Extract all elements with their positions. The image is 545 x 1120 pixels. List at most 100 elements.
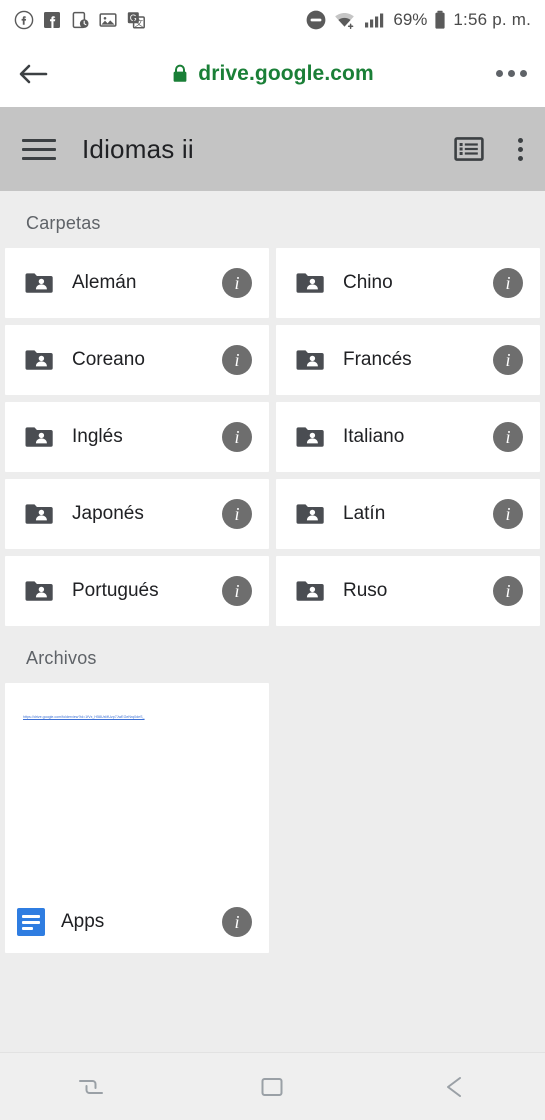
home-icon [261,1077,283,1096]
cellular-signal-icon [365,13,384,28]
doc-line [22,914,40,918]
folder-info-button[interactable]: i [493,499,523,529]
folders-grid: Alemán i Chino i Coreano i Francés i Inglés i… [0,248,545,626]
hamburger-line [22,156,56,160]
doc-line [22,926,33,930]
file-name: Apps [61,911,105,932]
shared-folder-icon [25,273,53,293]
folder-name: Ruso [343,580,388,601]
folder-card[interactable]: Chino i [276,248,540,318]
back-arrow-icon [19,64,48,83]
files-section-label: Archivos [26,648,97,668]
folder-name: Latín [343,503,386,524]
kebab-dot [518,155,523,161]
folder-info-button[interactable]: i [493,345,523,375]
folder-name: Alemán [72,272,137,293]
status-notification-icons: G 文 [14,10,146,30]
back-icon [447,1076,462,1097]
folder-card[interactable]: Alemán i [5,248,269,318]
app-bar-actions [454,136,523,162]
status-bar: G 文 69% 1:56 p. m. [0,0,545,40]
url-text: drive.google.com [198,61,374,85]
file-preview-link: https://drive.google.com/folderview?id=1… [23,715,145,719]
browser-back-button[interactable] [18,62,58,86]
folder-name: Coreano [72,349,145,370]
folder-card[interactable]: Inglés i [5,402,269,472]
shared-folder-icon [296,581,324,601]
kebab-dot [518,146,523,152]
menu-dot [496,70,503,77]
kebab-dot [518,137,523,143]
hamburger-menu-icon[interactable] [22,138,56,160]
photo-icon [99,13,117,27]
home-button[interactable] [227,1074,317,1100]
file-card[interactable]: https://drive.google.com/folderview?id=1… [5,683,269,953]
folder-name: Chino [343,272,393,293]
folder-card[interactable]: Ruso i [276,556,540,626]
folder-info-button[interactable]: i [222,422,252,452]
hamburger-line [22,147,56,151]
do-not-disturb-icon [306,10,326,30]
folder-name: Japonés [72,503,144,524]
shared-folder-icon [25,504,53,524]
files-grid: https://drive.google.com/folderview?id=1… [0,683,545,953]
back-button[interactable] [409,1074,499,1100]
folder-card[interactable]: Francés i [276,325,540,395]
menu-dot [508,70,515,77]
file-info-button[interactable]: i [222,907,252,937]
folder-info-button[interactable]: i [222,345,252,375]
hamburger-line [22,138,56,142]
shared-folder-icon [296,350,324,370]
drive-content: Carpetas Alemán i Chino i Coreano i Francés… [0,191,545,1003]
facebook-square-icon [44,12,60,28]
folder-info-button[interactable]: i [493,422,523,452]
folder-info-button[interactable]: i [222,499,252,529]
facebook-circle-icon [14,10,34,30]
folder-card[interactable]: Portugués i [5,556,269,626]
folder-info-button[interactable]: i [493,576,523,606]
wifi-plus-icon [335,13,355,29]
page-title: Idiomas ii [82,133,194,164]
status-clock: 1:56 p. m. [453,10,531,29]
list-view-icon[interactable] [454,136,484,162]
recents-icon [78,1079,103,1094]
folder-name: Portugués [72,580,159,601]
shared-folder-icon [25,581,53,601]
folder-card[interactable]: Italiano i [276,402,540,472]
folder-info-button[interactable]: i [222,268,252,298]
app-bar: Idiomas ii [0,107,545,191]
browser-menu-button[interactable] [496,70,527,77]
folder-card[interactable]: Latín i [276,479,540,549]
lock-icon [173,64,187,82]
shared-folder-icon [296,504,324,524]
google-docs-icon [17,908,45,936]
doc-line [22,920,40,924]
folder-card[interactable]: Japonés i [5,479,269,549]
folder-name: Francés [343,349,412,370]
folder-info-button[interactable]: i [493,268,523,298]
menu-dot [520,70,527,77]
folder-name: Italiano [343,426,405,447]
shared-folder-icon [296,427,324,447]
folders-section-label: Carpetas [26,213,101,233]
browser-toolbar: drive.google.com [0,40,545,107]
folder-info-button[interactable]: i [222,576,252,606]
phone-screen: G 文 69% 1:56 p. m. drive.google.com Idio… [0,0,545,1120]
file-thumbnail: https://drive.google.com/folderview?id=1… [5,683,269,891]
shared-folder-icon [296,273,324,293]
svg-text:文: 文 [135,18,144,28]
google-translate-icon: G 文 [127,12,145,29]
battery-icon [435,10,445,29]
device-clock-icon [72,11,89,29]
kebab-menu-icon[interactable] [518,137,523,161]
status-system-icons: 69% 1:56 p. m. [305,9,531,31]
shared-folder-icon [25,350,53,370]
browser-url-area: drive.google.com [0,40,545,107]
file-row: Apps i [5,891,269,953]
shared-folder-icon [25,427,53,447]
battery-percent-label: 69% [393,10,428,29]
folder-card[interactable]: Coreano i [5,325,269,395]
android-nav-bar [0,1052,545,1120]
folder-name: Inglés [72,426,123,447]
recents-button[interactable] [46,1074,136,1100]
